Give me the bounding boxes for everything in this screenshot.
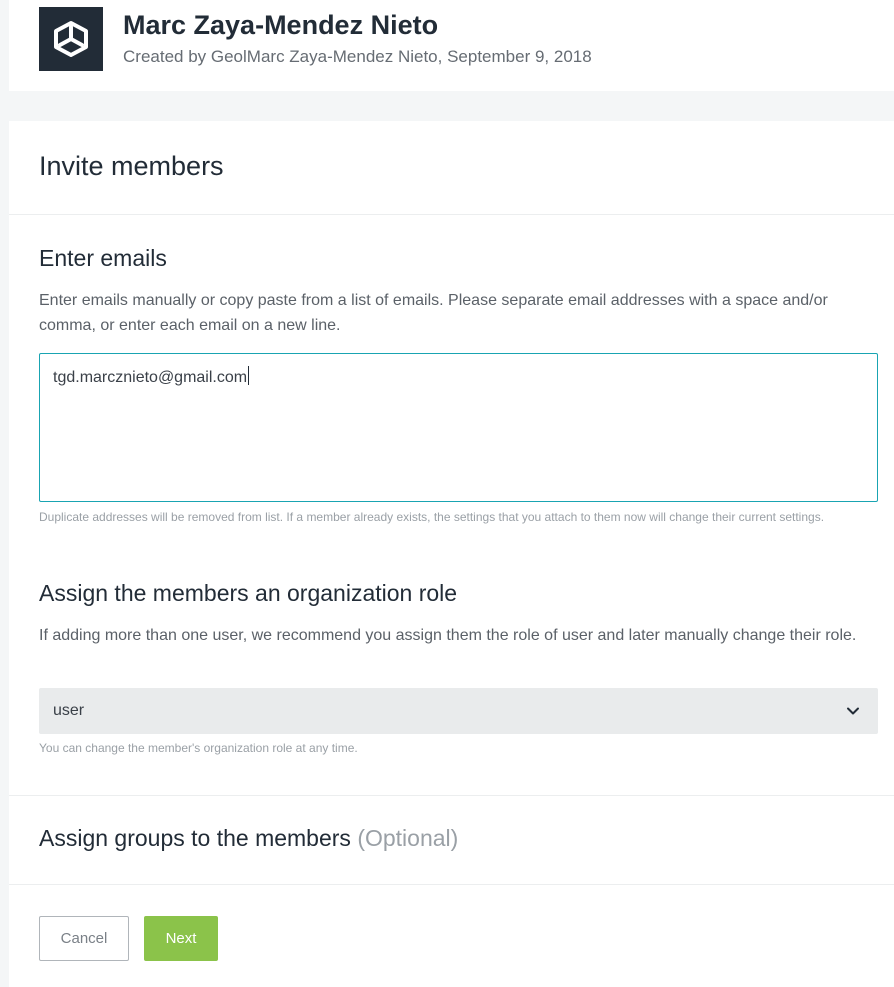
- chevron-down-icon[interactable]: [846, 704, 860, 718]
- divider: [9, 884, 894, 885]
- emails-description: Enter emails manually or copy paste from…: [39, 292, 828, 334]
- role-hint: You can change the member's organization…: [39, 741, 358, 755]
- groups-heading-label: Assign groups to the members: [39, 825, 351, 851]
- optional-label: (Optional): [357, 825, 459, 851]
- next-button[interactable]: Next: [144, 916, 218, 961]
- unity-logo-icon: [54, 21, 88, 57]
- page-title: Invite members: [39, 151, 224, 181]
- cancel-button[interactable]: Cancel: [39, 916, 129, 961]
- divider: [9, 214, 894, 215]
- emails-hint: Duplicate addresses will be removed from…: [39, 510, 825, 524]
- role-description: If adding more than one user, we recomme…: [39, 627, 857, 644]
- emails-textarea[interactable]: tgd.marcznieto@gmail.com: [39, 353, 878, 502]
- emails-textarea-value[interactable]: tgd.marcznieto@gmail.com: [53, 366, 250, 387]
- org-name: Marc Zaya-Mendez Nieto: [123, 10, 439, 40]
- org-created-info: Created by GeolMarc Zaya-Mendez Nieto, S…: [123, 47, 592, 66]
- invite-members-card: Invite members Enter emails Enter emails…: [9, 121, 894, 987]
- emails-heading: Enter emails: [39, 245, 167, 271]
- unity-logo-icon: [39, 7, 103, 71]
- divider: [9, 795, 894, 796]
- org-header: Marc Zaya-Mendez Nieto Created by GeolMa…: [9, 0, 894, 91]
- role-select-value[interactable]: user: [53, 702, 84, 720]
- role-heading: Assign the members an organization role: [39, 580, 458, 606]
- groups-heading[interactable]: Assign groups to the members (Optional): [39, 825, 458, 852]
- role-select[interactable]: user: [39, 688, 878, 734]
- text-caret: [248, 366, 250, 385]
